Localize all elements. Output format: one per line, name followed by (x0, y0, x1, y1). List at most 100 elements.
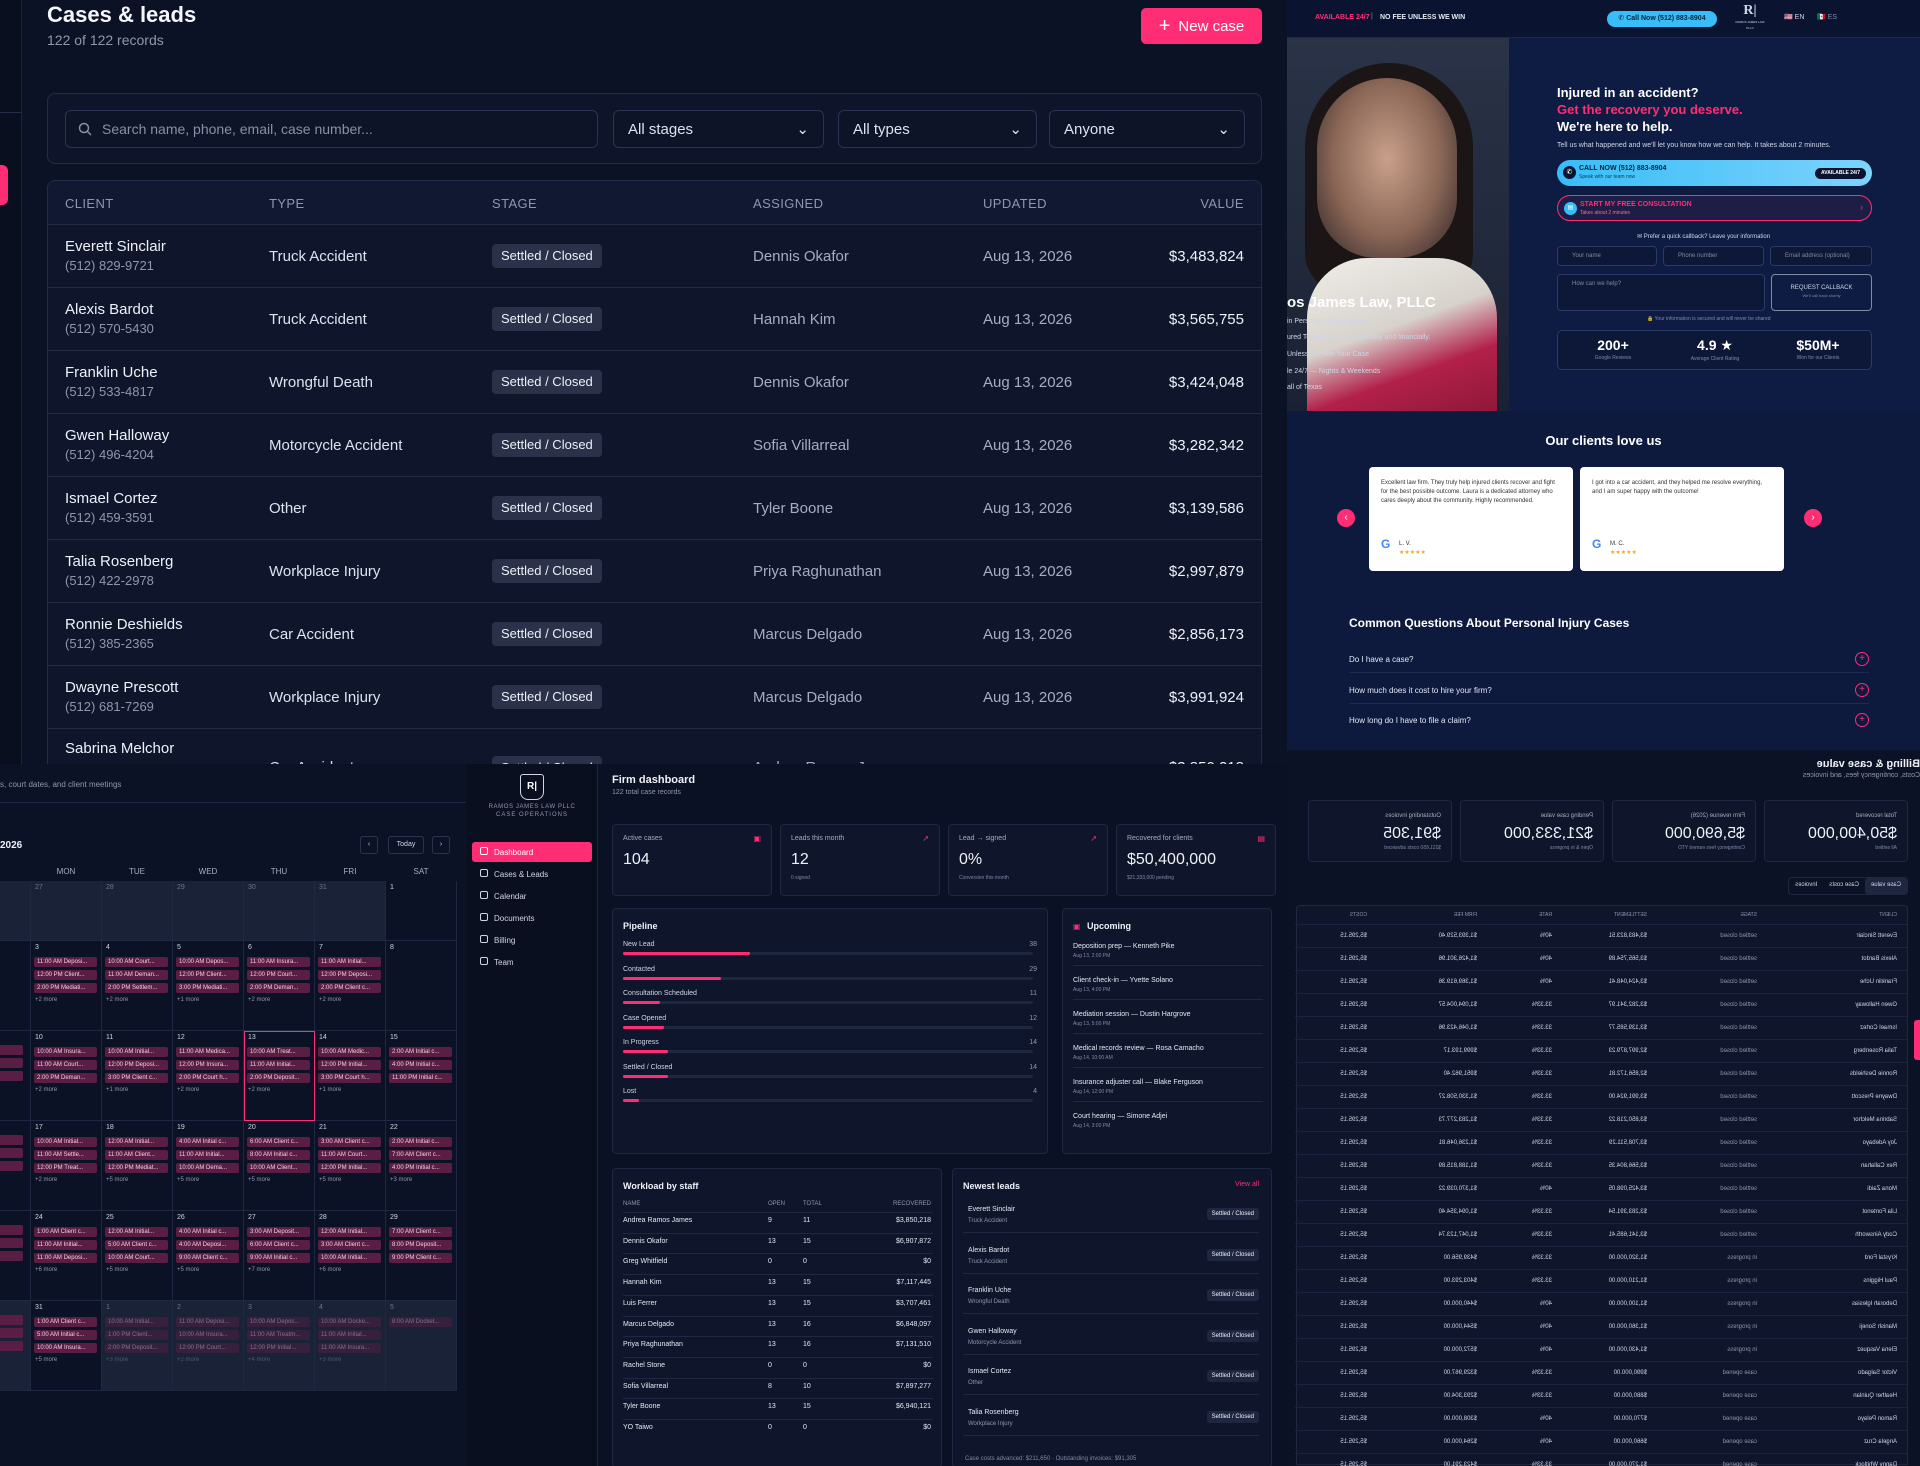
more-events-link[interactable]: +1 more (319, 1087, 341, 1093)
calendar-event[interactable] (0, 1161, 23, 1171)
calendar-day[interactable]: 29 (173, 881, 244, 941)
more-events-link[interactable]: +2 more (35, 997, 57, 1003)
col-type[interactable]: TYPE (269, 196, 305, 211)
calendar-event[interactable]: 3:00 AM Client c... (318, 1240, 381, 1250)
calendar-event[interactable] (0, 1225, 23, 1235)
calendar-day[interactable]: 24 1:00 AM Client c... 11:00 AM Initial...… (31, 1211, 102, 1301)
sidebar-item-cases-leads[interactable]: Cases & Leads (472, 864, 592, 884)
calendar-day[interactable]: 22 2:00 AM Initial c... 7:00 AM Client c..… (386, 1121, 457, 1211)
more-events-link[interactable]: +5 more (35, 1357, 57, 1363)
calendar-event[interactable]: 11:00 AM Initial... (176, 1150, 239, 1160)
calendar-event[interactable]: 4:00 AM Deposi... (176, 1240, 239, 1250)
calendar-event[interactable]: 7:00 AM Client c... (389, 1227, 452, 1237)
type-select[interactable]: All types ⌄ (838, 110, 1037, 148)
call-now-pill[interactable]: ✆ Call Now (512) 883-8904 (1607, 11, 1717, 27)
col-updated[interactable]: UPDATED (983, 196, 1047, 211)
lead-name[interactable]: Ismael Cortez (968, 1368, 1011, 1375)
carousel-next-button[interactable]: › (1804, 509, 1822, 527)
calendar-event[interactable]: 11:00 AM Initial... (247, 1060, 310, 1070)
calendar-event[interactable] (0, 1148, 23, 1158)
calendar-event[interactable]: 2:00 AM Initial c... (389, 1047, 452, 1057)
calendar-event[interactable]: 12:00 PM Court... (176, 1343, 239, 1353)
table-row[interactable]: Lila Fontenot settled closed $3,283,391.54… (1295, 1200, 1907, 1223)
calendar-event[interactable]: 7:00 AM Client c... (389, 1150, 452, 1160)
today-button[interactable]: Today (388, 836, 424, 854)
calendar-day[interactable]: 2 11:00 AM Deposi... 10:00 AM Insura... 12:… (173, 1301, 244, 1391)
more-events-link[interactable]: +1 more (106, 1087, 128, 1093)
col-assigned[interactable]: ASSIGNED (753, 196, 823, 211)
message-input[interactable]: How can we help? (1557, 274, 1765, 311)
calendar-day[interactable] (0, 881, 31, 941)
calendar-event[interactable]: 12:00 PM Initial... (318, 1060, 381, 1070)
table-row[interactable]: Rex Callahan settled closed $3,566,804.35 3… (1295, 1154, 1907, 1177)
more-events-link[interactable]: +3 more (319, 1357, 341, 1363)
calendar-day[interactable]: 10 10:00 AM Insura... 11:00 AM Court... 2:0… (31, 1031, 102, 1121)
more-events-link[interactable]: +6 more (319, 1267, 341, 1273)
faq-item[interactable]: How long do I have to file a claim? + (1349, 713, 1869, 727)
calendar-event[interactable]: 10:00 AM Medic... (318, 1047, 381, 1057)
calendar-day[interactable]: 27 (31, 881, 102, 941)
sidebar-item-billing[interactable]: Billing (472, 930, 592, 950)
more-events-link[interactable]: +5 more (177, 1267, 199, 1273)
table-row[interactable]: Deborah Iglesias in progress $1,100,000.00… (1295, 1292, 1907, 1315)
calendar-event[interactable]: 11:00 AM Deposi... (34, 1253, 97, 1263)
calendar-event[interactable]: 1:00 PM Client... (105, 1330, 168, 1340)
calendar-event[interactable]: 10:00 AM Initial... (318, 1253, 381, 1263)
calendar-event[interactable]: 10:00 AM Insura... (34, 1047, 97, 1057)
table-row[interactable]: Angela Cruz case opened $660,000.00 40% $264… (1295, 1430, 1907, 1453)
billing-col-header[interactable]: SETTLEMENT (1614, 912, 1647, 918)
request-callback-button[interactable]: REQUEST CALLBACK We'll call back shortly (1771, 274, 1872, 311)
calendar-event[interactable]: 12:00 PM Client... (176, 970, 239, 980)
table-row[interactable]: Everett Sinclair (512) 829-9721 Truck Acci… (48, 225, 1261, 288)
more-events-link[interactable]: +2 more (35, 1177, 57, 1183)
calendar-event[interactable]: 12:00 PM Insura... (176, 1060, 239, 1070)
sidebar-item-team[interactable]: Team (472, 952, 592, 972)
calendar-day[interactable]: 11 10:00 AM Initial... 12:00 PM Deposi... 3… (102, 1031, 173, 1121)
calendar-event[interactable]: 10:00 AM Court... (105, 957, 168, 967)
calendar-event[interactable]: 5:00 AM Initial c... (34, 1330, 97, 1340)
calendar-event[interactable]: 10:00 AM Client... (247, 1163, 310, 1173)
more-events-link[interactable]: +5 more (319, 1177, 341, 1183)
more-events-link[interactable]: +2 more (248, 1087, 270, 1093)
calendar-event[interactable]: 2:00 PM Deposit... (105, 1343, 168, 1353)
col-client[interactable]: CLIENT (65, 196, 114, 211)
table-row[interactable]: Ramon Pelayo case opened $770,000.00 40% $30… (1295, 1407, 1907, 1430)
lead-name[interactable]: Talia Rosenberg (968, 1409, 1019, 1416)
calendar-event[interactable]: 12:00 PM Treat... (34, 1163, 97, 1173)
calendar-event[interactable]: 1:00 AM Client c... (34, 1317, 97, 1327)
calendar-event[interactable]: 12:00 PM Deposi... (318, 970, 381, 980)
calendar-day[interactable] (0, 1301, 31, 1391)
lead-name[interactable]: Everett Sinclair (968, 1206, 1015, 1213)
more-events-link[interactable]: +2 more (106, 997, 128, 1003)
more-events-link[interactable]: +2 more (177, 1087, 199, 1093)
table-row[interactable]: Cody Ainsworth settled closed $3,141,685.4… (1295, 1223, 1907, 1246)
calendar-day[interactable]: 7 11:00 AM Initial... 12:00 PM Deposi... 2:… (315, 941, 386, 1031)
calendar-event[interactable]: 11:00 AM Insura... (247, 957, 310, 967)
calendar-event[interactable] (0, 1341, 23, 1351)
calendar-event[interactable]: 10:00 AM Initial... (105, 1317, 168, 1327)
calendar-day[interactable] (0, 1121, 31, 1211)
new-case-button[interactable]: + New case (1141, 8, 1262, 44)
table-row[interactable]: Franklin Uche (512) 533-4817 Wrongful Deat… (48, 351, 1261, 414)
calendar-event[interactable]: 4:00 PM Initial c... (389, 1060, 452, 1070)
table-row[interactable]: Victor Salgado case opened $990,000.00 33.3… (1295, 1361, 1907, 1384)
table-row[interactable]: Talia Rosenberg settled closed $2,997,879.… (1295, 1039, 1907, 1062)
calendar-event[interactable]: 4:00 AM Initial c... (176, 1137, 239, 1147)
calendar-event[interactable]: 2:00 PM Mediati... (34, 983, 97, 993)
calendar-day[interactable]: 17 10:00 AM Initial... 11:00 AM Settle... 1… (31, 1121, 102, 1211)
calendar-event[interactable]: 12:00 PM Initial... (247, 1343, 310, 1353)
table-row[interactable]: Dwayne Prescott (512) 681-7269 Workplace I… (48, 666, 1261, 729)
calendar-event[interactable]: 8:00 AM Docket... (389, 1317, 452, 1327)
tab-case-value[interactable]: Case value (1864, 878, 1907, 894)
table-row[interactable]: Everett Sinclair settled closed $3,483,823… (1295, 924, 1907, 947)
calendar-event[interactable] (0, 1058, 23, 1068)
calendar-day[interactable]: 5 8:00 AM Docket... (386, 1301, 457, 1391)
prev-month-button[interactable]: ‹ (360, 836, 378, 854)
calendar-event[interactable] (0, 1135, 23, 1145)
table-row[interactable]: Dwayne Prescott settled closed $3,991,924.… (1295, 1085, 1907, 1108)
calendar-event[interactable]: 11:00 AM Initial... (34, 1240, 97, 1250)
carousel-prev-button[interactable]: ‹ (1337, 509, 1355, 527)
calendar-event[interactable]: 11:00 AM Initial... (318, 1330, 381, 1340)
calendar-day[interactable]: 4 10:00 AM Docke... 11:00 AM Initial... 11:… (315, 1301, 386, 1391)
table-row[interactable]: Alexis Bardot settled closed $3,565,754.89… (1295, 947, 1907, 970)
